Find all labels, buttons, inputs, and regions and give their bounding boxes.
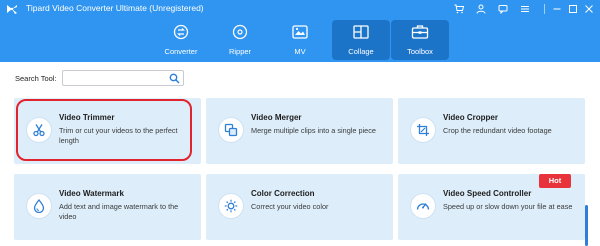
restore-icon[interactable]	[566, 2, 580, 16]
hot-badge: Hot	[539, 174, 571, 188]
tool-card-video-cropper[interactable]: Video Cropper Crop the redundant video f…	[398, 98, 585, 164]
tab-converter[interactable]: Converter	[152, 20, 210, 60]
card-desc: Speed up or slow down your file at ease	[443, 202, 573, 211]
highlight-box	[16, 99, 192, 161]
mv-icon	[292, 25, 308, 39]
card-desc: Correct your video color	[251, 202, 329, 211]
tool-card-video-watermark[interactable]: Video Watermark Add text and image water…	[14, 174, 201, 240]
card-icon-circle	[218, 117, 244, 143]
app-header: Tipard Video Converter Ultimate (Unregis…	[0, 0, 600, 62]
close-icon[interactable]	[582, 2, 596, 16]
card-title: Color Correction	[251, 189, 315, 198]
card-icon-circle	[410, 193, 436, 219]
tab-label: Toolbox	[407, 47, 433, 56]
tab-toolbox[interactable]: Toolbox	[391, 20, 449, 60]
tab-label: Collage	[348, 47, 374, 56]
card-desc: Merge multiple clips into a single piece	[251, 126, 376, 135]
app-title: Tipard Video Converter Ultimate (Unregis…	[26, 3, 204, 13]
minimize-icon[interactable]	[550, 2, 564, 16]
chat-icon[interactable]	[496, 2, 510, 16]
collage-icon	[353, 25, 369, 39]
speedometer-icon	[416, 203, 430, 210]
card-icon-circle	[218, 193, 244, 219]
tool-card-color-correction[interactable]: Color Correction Correct your video colo…	[206, 174, 393, 240]
tab-mv[interactable]: MV	[271, 20, 329, 60]
cart-icon[interactable]	[452, 2, 466, 16]
scrollbar[interactable]	[585, 205, 588, 246]
tab-label: Converter	[164, 47, 198, 56]
tool-card-video-merger[interactable]: Video Merger Merge multiple clips into a…	[206, 98, 393, 164]
tab-label: MV	[294, 47, 306, 56]
user-icon[interactable]	[474, 2, 488, 16]
search-icon[interactable]	[169, 73, 180, 84]
tab-label: Ripper	[228, 47, 252, 56]
title-bar: Tipard Video Converter Ultimate (Unregis…	[0, 0, 600, 18]
card-icon-circle	[410, 117, 436, 143]
droplet-icon	[33, 199, 45, 213]
card-title: Video Merger	[251, 113, 302, 122]
card-title: Video Speed Controller	[443, 189, 532, 198]
merge-icon	[224, 123, 238, 137]
crop-icon	[417, 124, 429, 136]
card-desc: Add text and image watermark to the vide…	[59, 202, 179, 221]
toolbox-icon	[411, 25, 429, 39]
app-logo-icon	[7, 5, 17, 14]
card-icon-circle	[26, 193, 52, 219]
card-title: Video Cropper	[443, 113, 498, 122]
sun-icon	[224, 199, 238, 213]
title-separator	[544, 4, 545, 14]
card-desc: Crop the redundant video footage	[443, 126, 552, 135]
tab-collage[interactable]: Collage	[332, 20, 390, 60]
card-title: Video Watermark	[59, 189, 124, 198]
tab-ripper[interactable]: Ripper	[211, 20, 269, 60]
search-input[interactable]	[62, 70, 184, 86]
menu-icon[interactable]	[518, 2, 532, 16]
ripper-icon	[232, 24, 248, 40]
search-label: Search Tool:	[15, 74, 57, 83]
converter-icon	[173, 24, 189, 40]
